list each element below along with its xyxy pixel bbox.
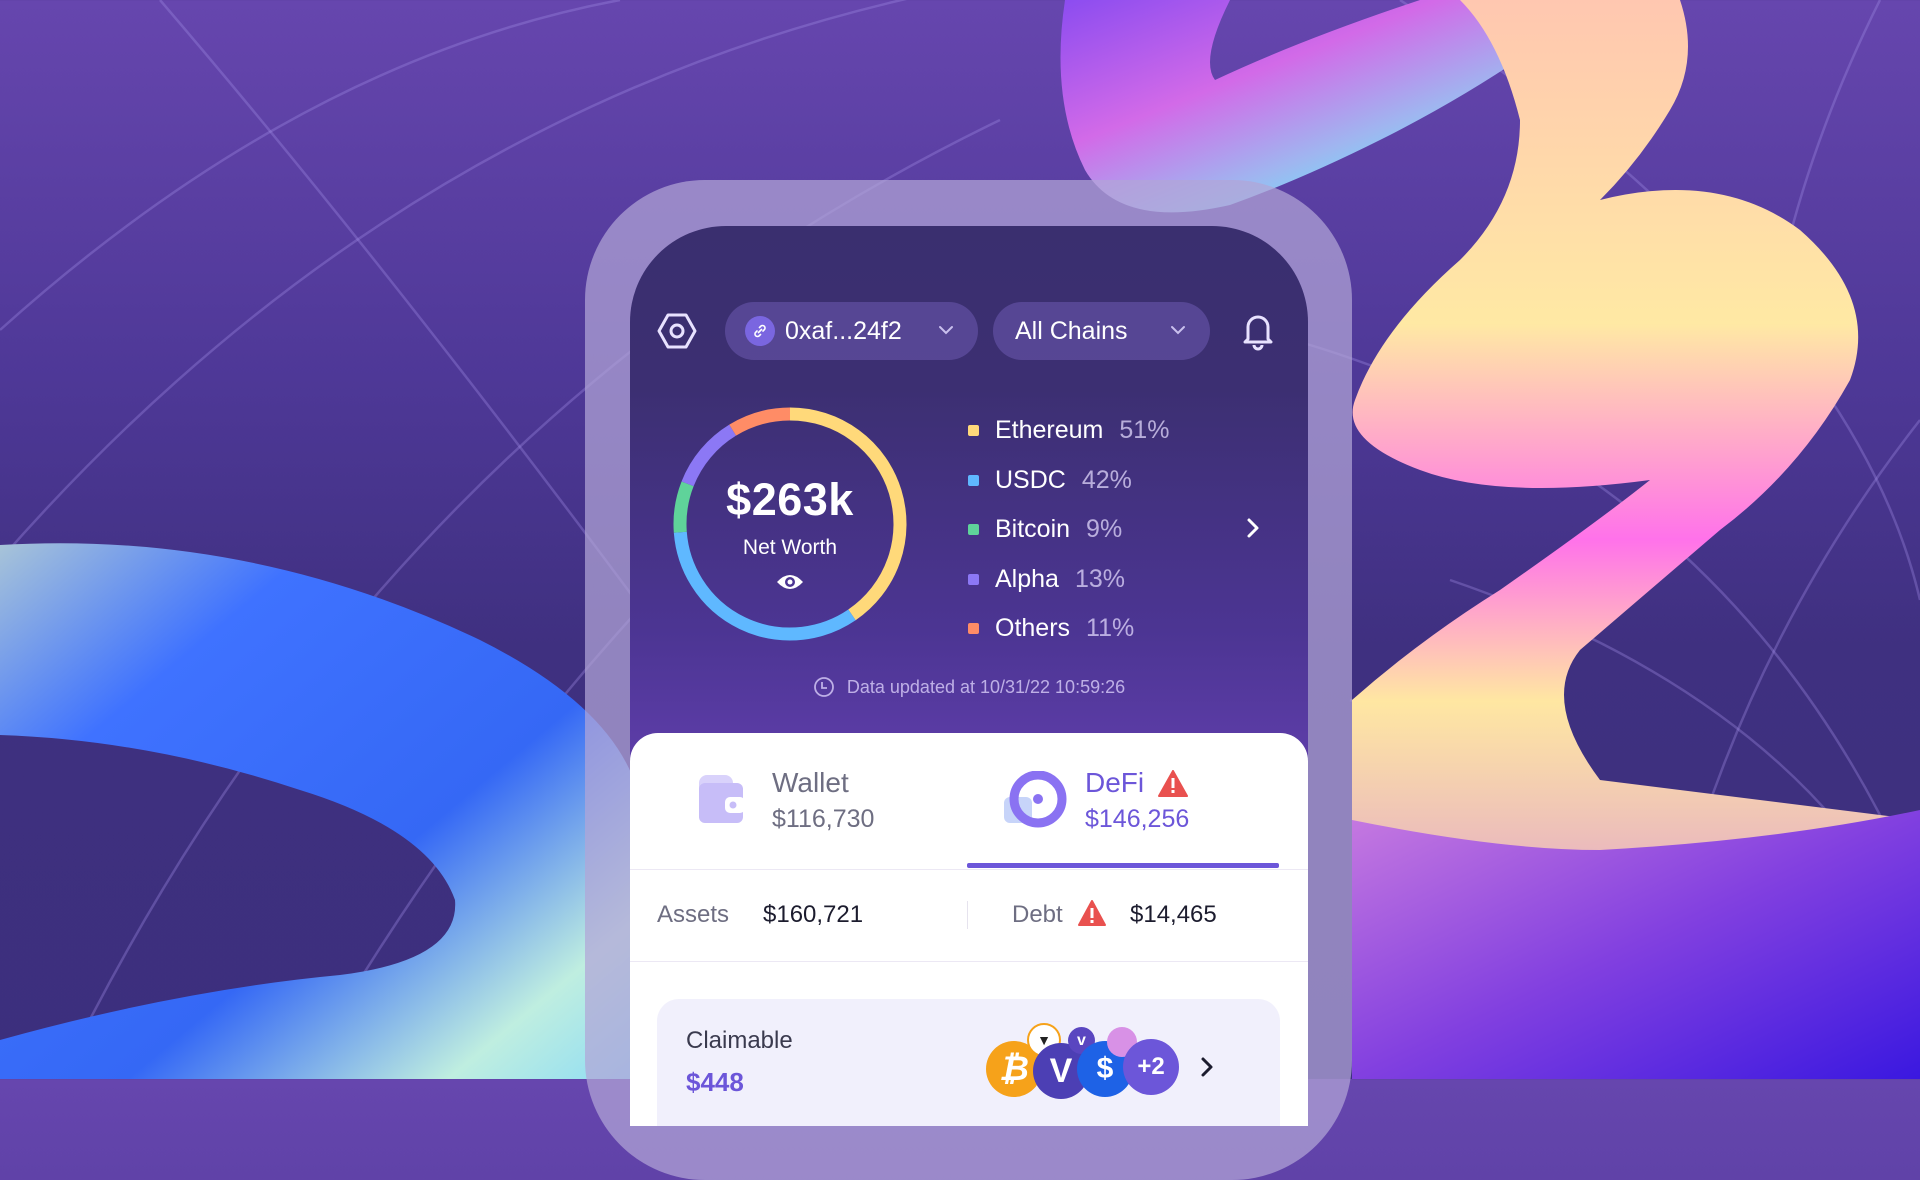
- legend-item-alpha: Alpha 13%: [968, 555, 1169, 605]
- legend-percent: 51%: [1119, 416, 1170, 445]
- data-updated-text: Data updated at 10/31/22 10:59:26: [846, 676, 1126, 697]
- defi-summary-row: Assets $160,721 Debt $14,465: [630, 869, 1308, 961]
- settings-button[interactable]: [654, 308, 700, 354]
- net-worth-value: $263k: [726, 474, 854, 525]
- legend-percent: 42%: [1081, 465, 1132, 494]
- legend-item-others: Others 11%: [968, 604, 1169, 654]
- legend-name: Others: [995, 614, 1071, 643]
- wallet-icon: [699, 775, 745, 823]
- tab-defi-value: $146,256: [1085, 805, 1190, 833]
- data-updated-status: Data updated at 10/31/22 10:59:26: [630, 676, 1308, 698]
- tab-wallet[interactable]: Wallet $116,730: [630, 733, 960, 869]
- legend-swatch: [968, 474, 979, 486]
- legend-swatch: [968, 573, 979, 585]
- net-worth-donut[interactable]: $263k Net Worth: [668, 402, 912, 646]
- address-selector[interactable]: 0xaf...24f2: [725, 302, 978, 360]
- claimable-value: $448: [686, 1067, 744, 1097]
- phone-screen: 0xaf...24f2 All Chains $263k Net Worth E…: [630, 226, 1308, 1126]
- warning-icon: [1158, 769, 1189, 797]
- claimable-card[interactable]: Claimable $448 ₿ ▼ V v $ +2: [657, 999, 1280, 1126]
- legend-swatch: [968, 524, 979, 536]
- active-tab-indicator: [967, 863, 1279, 868]
- assets-label: Assets: [657, 901, 730, 928]
- tab-defi-label: DeFi: [1085, 767, 1189, 799]
- tab-wallet-label: Wallet: [772, 767, 849, 798]
- chain-selector-label: All Chains: [1015, 316, 1128, 345]
- clock-icon: [813, 677, 834, 697]
- legend-name: USDC: [995, 465, 1066, 494]
- defi-icon: [1004, 771, 1067, 828]
- wallet-address: 0xaf...24f2: [785, 316, 902, 345]
- claimable-label: Claimable: [686, 1027, 793, 1054]
- allocation-legend[interactable]: Ethereum 51% USDC 42% Bitcoin 9% Alpha 13% Other…: [968, 406, 1169, 654]
- vertical-divider: [967, 901, 968, 929]
- legend-item-ethereum: Ethereum 51%: [968, 406, 1169, 456]
- link-icon: [745, 316, 775, 346]
- chevron-down-icon: [1171, 326, 1185, 335]
- net-worth-label: Net Worth: [742, 536, 838, 559]
- chain-selector[interactable]: All Chains: [993, 302, 1210, 360]
- bell-icon: [1243, 315, 1273, 351]
- more-tokens-badge: +2: [1123, 1039, 1179, 1095]
- chevron-down-icon: [939, 326, 953, 335]
- legend-item-usdc: USDC 42%: [968, 456, 1169, 506]
- debt-label: Debt: [1012, 901, 1063, 928]
- legend-name: Ethereum: [995, 416, 1104, 445]
- notifications-button[interactable]: [1236, 306, 1280, 354]
- tab-wallet-value: $116,730: [772, 805, 875, 833]
- portfolio-card: Wallet $116,730 DeFi $146,256 Assets $16…: [630, 733, 1308, 1126]
- legend-percent: 11%: [1086, 614, 1135, 643]
- debt-value: $14,465: [1130, 901, 1217, 928]
- legend-item-bitcoin: Bitcoin 9%: [968, 505, 1169, 555]
- legend-percent: 13%: [1074, 564, 1125, 593]
- legend-name: Alpha: [995, 564, 1059, 593]
- assets-value: $160,721: [763, 901, 864, 928]
- chevron-right-icon[interactable]: [1197, 1055, 1217, 1079]
- hexagon-settings-icon: [657, 313, 697, 349]
- legend-swatch: [968, 623, 979, 635]
- legend-name: Bitcoin: [995, 515, 1071, 544]
- tab-defi-text: DeFi: [1085, 767, 1145, 798]
- chevron-right-icon[interactable]: [1242, 516, 1264, 540]
- legend-swatch: [968, 425, 979, 437]
- debt-warning-icon: [1078, 900, 1106, 926]
- divider: [630, 961, 1308, 962]
- tab-defi[interactable]: DeFi $146,256: [960, 733, 1308, 869]
- legend-percent: 9%: [1086, 515, 1123, 544]
- eye-icon[interactable]: [775, 572, 805, 592]
